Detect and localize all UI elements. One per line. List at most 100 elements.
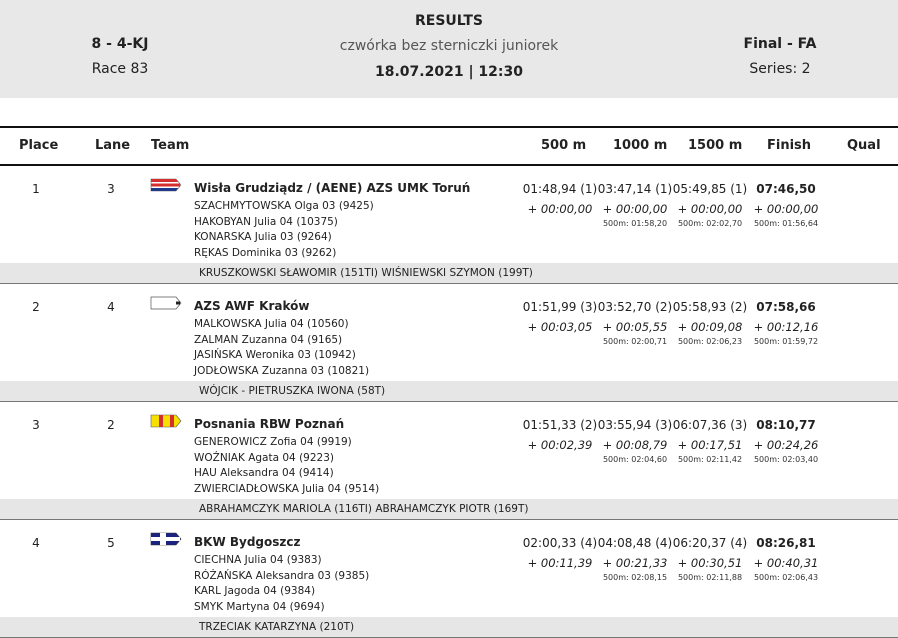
split-pace: 500m: 02:11,42: [677, 455, 743, 464]
split-diff: + 00:00,00: [602, 202, 668, 216]
event-info: 8 - 4-KJ Race 83: [70, 34, 170, 79]
col-1500m: 1500 m: [688, 138, 743, 153]
split-1500m: 06:07,36 (3) + 00:17,51 500m: 02:11,42: [672, 417, 748, 466]
finish-pace: 500m: 01:59,72: [753, 337, 819, 346]
page-title: RESULTS: [414, 13, 484, 29]
split-time: 03:52,70 (2): [597, 300, 673, 314]
crew-member: HAKOBYAN Julia 04 (10375): [194, 215, 338, 228]
split-diff: + 00:03,05: [527, 320, 593, 334]
flag-white-icon: [150, 296, 182, 310]
crew-list: GENEROWICZ Zofia 04 (9919) WOŹNIAK Agata…: [194, 435, 379, 497]
split-500m: 01:51,99 (3) + 00:03,05: [522, 299, 598, 335]
crew-member: ZALMAN Zuzanna 04 (9165): [194, 333, 343, 346]
col-1000m: 1000 m: [613, 138, 668, 153]
crew-member: SZACHMYTOWSKA Olga 03 (9425): [194, 200, 374, 212]
split-500m: 01:48,94 (1) + 00:00,00: [522, 181, 598, 217]
results-table: Place Lane Team 500 m 1000 m 1500 m Fini…: [0, 126, 898, 638]
team-name: BKW Bydgoszcz: [194, 535, 301, 549]
split-1000m: 03:47,14 (1) + 00:00,00 500m: 01:58,20: [597, 181, 673, 230]
boat-class: czwórka bez sterniczki juniorek: [339, 38, 559, 54]
split-1500m: 05:58,93 (2) + 00:09,08 500m: 02:06,23: [672, 299, 748, 348]
table-row: 4 5 BKW Bydgoszcz CIECHNA Julia 04 (9383…: [0, 520, 898, 638]
table-row: 1 3 Wisła Grudziądz / (AENE) AZS UMK Tor…: [0, 166, 898, 284]
split-diff: + 00:17,51: [677, 438, 743, 452]
split-diff: + 00:11,39: [527, 556, 593, 570]
split-diff: + 00:21,33: [602, 556, 668, 570]
col-500m: 500 m: [541, 138, 587, 153]
split-pace: 500m: 02:00,71: [602, 337, 668, 346]
split-1500m: 05:49,85 (1) + 00:00,00 500m: 02:02,70: [672, 181, 748, 230]
finish-pace: 500m: 02:06,43: [753, 573, 819, 582]
finish-pace: 500m: 02:03,40: [753, 455, 819, 464]
crew-member: RĘKAS Dominika 03 (9262): [194, 246, 337, 259]
split-time: 03:55,94 (3): [597, 418, 673, 432]
split-diff: + 00:02,39: [527, 438, 593, 452]
table-row: 3 2 Posnania RBW Poznań GENEROWICZ Zofia…: [0, 402, 898, 520]
results-header: 8 - 4-KJ Race 83 RESULTS czwórka bez ste…: [0, 0, 898, 98]
finish-diff: + 00:12,16: [753, 320, 819, 334]
phase-info: Final - FA Series: 2: [730, 34, 830, 79]
finish-result: 07:46,50 + 00:00,00 500m: 01:56,64: [748, 181, 824, 230]
table-row: 2 4 AZS AWF Kraków MALKOWSKA Julia 04 (1…: [0, 284, 898, 402]
split-time: 03:47,14 (1): [597, 182, 673, 196]
crew-list: SZACHMYTOWSKA Olga 03 (9425) HAKOBYAN Ju…: [194, 199, 374, 261]
crew-member: KONARSKA Julia 03 (9264): [194, 231, 332, 243]
split-diff: + 00:00,00: [527, 202, 593, 216]
split-diff: + 00:30,51: [677, 556, 743, 570]
coach-names: ABRAHAMCZYK MARIOLA (116TI) ABRAHAMCZYK …: [199, 503, 529, 515]
race-series: Series: 2: [749, 61, 811, 77]
split-1000m: 04:08,48 (4) + 00:21,33 500m: 02:08,15: [597, 535, 673, 584]
col-lane: Lane: [95, 138, 131, 153]
crew-list: MALKOWSKA Julia 04 (10560) ZALMAN Zuzann…: [194, 317, 369, 379]
lane-value: 5: [107, 536, 115, 550]
split-time: 02:00,33 (4): [522, 536, 598, 550]
team-name: Wisła Grudziądz / (AENE) AZS UMK Toruń: [194, 181, 471, 195]
crew-member: JASIŃSKA Weronika 03 (10942): [194, 349, 356, 361]
crew-member: GENEROWICZ Zofia 04 (9919): [194, 436, 352, 448]
race-datetime: 18.07.2021 | 12:30: [375, 64, 523, 80]
split-diff: + 00:08,79: [602, 438, 668, 452]
split-1000m: 03:55,94 (3) + 00:08,79 500m: 02:04,60: [597, 417, 673, 466]
flag-yellow-red-icon: [150, 414, 182, 428]
crew-member: HAU Aleksandra 04 (9414): [194, 467, 334, 479]
finish-time: 08:10,77: [756, 418, 816, 432]
col-finish: Finish: [767, 138, 812, 153]
coach-names: WÓJCIK - PIETRUSZKA IWONA (58T): [199, 385, 386, 397]
finish-diff: + 00:24,26: [753, 438, 819, 452]
col-place: Place: [19, 138, 59, 153]
col-qual: Qual: [847, 138, 881, 153]
split-time: 01:51,33 (2): [522, 418, 598, 432]
entries-list: 1 3 Wisła Grudziądz / (AENE) AZS UMK Tor…: [0, 166, 898, 638]
split-pace: 500m: 02:06,23: [677, 337, 743, 346]
crew-member: KARL Jagoda 04 (9384): [194, 585, 316, 597]
split-diff: + 00:00,00: [677, 202, 743, 216]
flag-red-white-blue-icon: [150, 178, 182, 192]
split-500m: 01:51,33 (2) + 00:02,39: [522, 417, 598, 453]
crew-member: CIECHNA Julia 04 (9383): [194, 554, 322, 566]
crew-list: CIECHNA Julia 04 (9383) RÓŻAŃSKA Aleksan…: [194, 553, 369, 615]
crew-member: SMYK Martyna 04 (9694): [194, 600, 325, 613]
race-number: Race 83: [91, 61, 149, 77]
place-value: 3: [32, 418, 40, 432]
crew-member: MALKOWSKA Julia 04 (10560): [194, 318, 349, 330]
finish-result: 08:10,77 + 00:24,26 500m: 02:03,40: [748, 417, 824, 466]
split-time: 01:51,99 (3): [522, 300, 598, 314]
split-time: 06:07,36 (3): [672, 418, 748, 432]
coach-row: KRUSZKOWSKI SŁAWOMIR (151TI) WIŚNIEWSKI …: [0, 263, 898, 283]
coach-row: ABRAHAMCZYK MARIOLA (116TI) ABRAHAMCZYK …: [0, 499, 898, 519]
finish-diff: + 00:00,00: [753, 202, 819, 216]
coach-names: KRUSZKOWSKI SŁAWOMIR (151TI) WIŚNIEWSKI …: [199, 267, 533, 279]
finish-result: 08:26,81 + 00:40,31 500m: 02:06,43: [748, 535, 824, 584]
lane-value: 2: [107, 418, 115, 432]
coach-names: TRZECIAK KATARZYNA (210T): [199, 621, 355, 633]
place-value: 2: [32, 300, 40, 314]
table-header: Place Lane Team 500 m 1000 m 1500 m Fini…: [0, 126, 898, 166]
finish-diff: + 00:40,31: [753, 556, 819, 570]
finish-result: 07:58,66 + 00:12,16 500m: 01:59,72: [748, 299, 824, 348]
flag-navy-white-icon: [150, 532, 182, 546]
crew-member: WOŹNIAK Agata 04 (9223): [194, 451, 334, 464]
split-pace: 500m: 02:04,60: [602, 455, 668, 464]
place-value: 4: [32, 536, 40, 550]
split-pace: 500m: 01:58,20: [602, 219, 668, 228]
split-time: 04:08,48 (4): [597, 536, 673, 550]
